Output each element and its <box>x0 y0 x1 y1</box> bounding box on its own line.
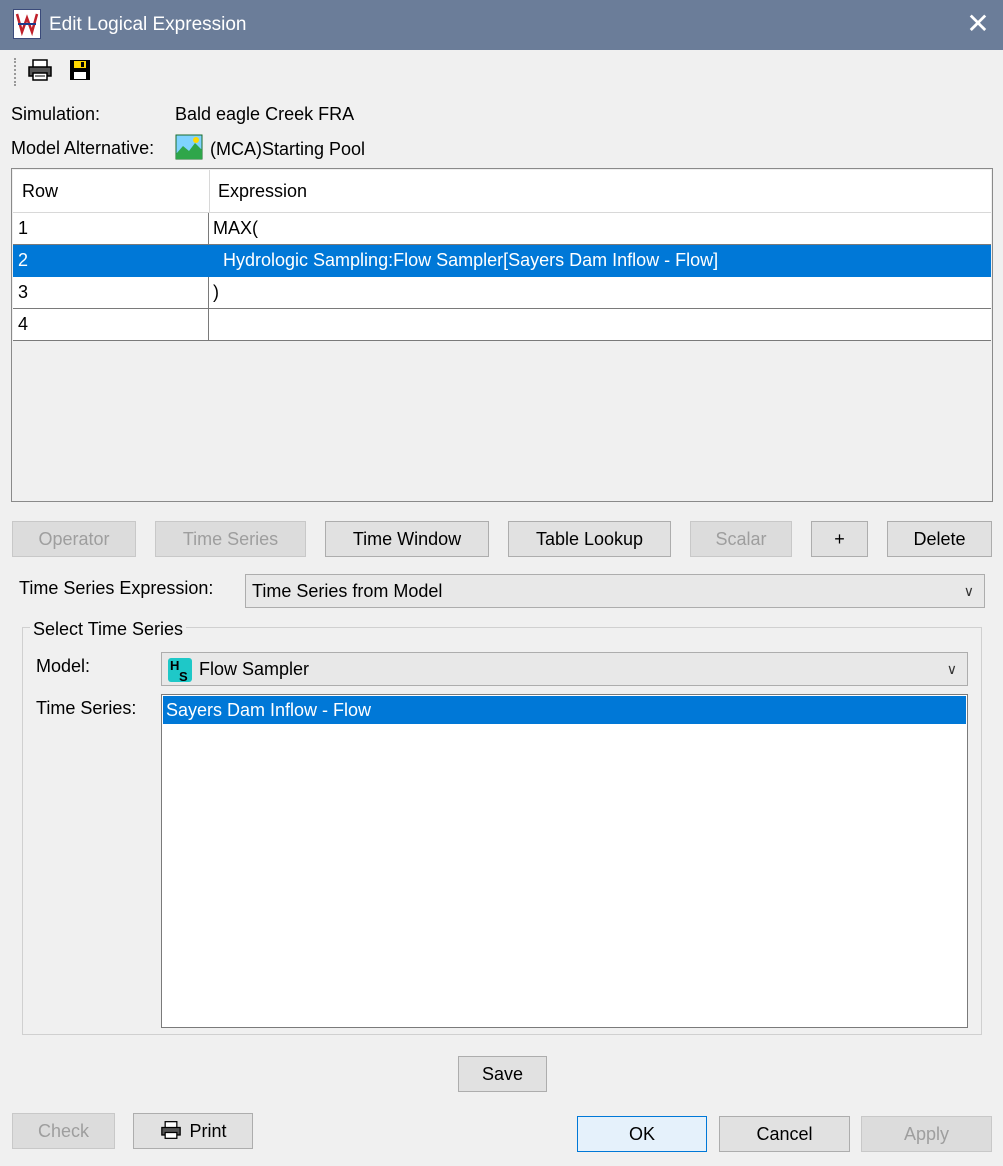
column-header-row[interactable]: Row <box>13 170 209 212</box>
table-row-selected[interactable]: 2 Hydrologic Sampling:Flow Sampler[Sayer… <box>13 245 991 277</box>
apply-button[interactable]: Apply <box>861 1116 992 1152</box>
chevron-down-icon: ∨ <box>963 583 974 599</box>
ok-button[interactable]: OK <box>577 1116 707 1152</box>
print-button-label: Print <box>189 1121 227 1141</box>
time-series-button[interactable]: Time Series <box>155 521 306 557</box>
row-number-cell: 1 <box>13 213 209 244</box>
simulation-value: Bald eagle Creek FRA <box>175 104 355 124</box>
window-title: Edit Logical Expression <box>49 14 247 35</box>
expression-cell <box>209 309 991 340</box>
landscape-icon <box>175 134 203 160</box>
printer-icon <box>28 59 52 81</box>
chevron-down-icon: ∨ <box>946 661 957 677</box>
row-number-cell: 2 <box>13 245 209 276</box>
time-window-button[interactable]: Time Window <box>325 521 489 557</box>
printer-icon <box>161 1121 182 1140</box>
model-value: Flow Sampler <box>199 659 310 679</box>
expression-cell: ) <box>213 282 219 302</box>
row-number-cell: 4 <box>13 309 209 340</box>
table-row[interactable]: 4 <box>13 309 991 341</box>
close-button[interactable]: ✕ <box>962 6 994 42</box>
print-toolbar-button[interactable] <box>26 56 54 84</box>
table-row[interactable]: 3 ) <box>13 277 991 309</box>
operator-button[interactable]: Operator <box>12 521 136 557</box>
plus-button[interactable]: + <box>811 521 868 557</box>
simulation-label: Simulation: <box>11 104 101 124</box>
svg-text:H: H <box>170 658 179 673</box>
expression-cell: MAX( <box>213 218 258 238</box>
check-button[interactable]: Check <box>12 1113 115 1149</box>
table-header: Row Expression <box>13 170 991 213</box>
cancel-button[interactable]: Cancel <box>719 1116 850 1152</box>
save-button[interactable]: Save <box>458 1056 547 1092</box>
ts-expression-select[interactable]: Time Series from Model ∨ <box>245 574 985 608</box>
floppy-disk-icon <box>70 60 90 80</box>
hs-model-icon: H S <box>166 656 194 684</box>
svg-text:S: S <box>179 669 188 684</box>
ts-expression-label: Time Series Expression: <box>19 578 214 598</box>
list-item-selected[interactable]: Sayers Dam Inflow - Flow <box>163 696 966 724</box>
table-lookup-button[interactable]: Table Lookup <box>508 521 671 557</box>
column-header-expression[interactable]: Expression <box>209 170 991 212</box>
group-title: Select Time Series <box>30 619 187 640</box>
toolbar-grip <box>14 58 20 86</box>
ts-expression-value: Time Series from Model <box>252 581 443 601</box>
model-alternative-label: Model Alternative: <box>11 138 155 158</box>
model-label: Model: <box>36 656 91 676</box>
model-select[interactable]: H S Flow Sampler ∨ <box>161 652 968 686</box>
table-row[interactable]: 1 MAX( <box>13 213 991 245</box>
app-icon <box>13 9 41 39</box>
print-button[interactable]: Print <box>133 1113 253 1149</box>
save-toolbar-button[interactable] <box>66 56 94 84</box>
delete-button[interactable]: Delete <box>887 521 992 557</box>
row-number-cell: 3 <box>13 277 209 308</box>
scalar-button[interactable]: Scalar <box>690 521 792 557</box>
expression-table: Row Expression 1 MAX( 2 Hydrologic Sampl… <box>11 168 993 502</box>
time-series-label: Time Series: <box>36 698 137 718</box>
model-alternative-value: (MCA)Starting Pool <box>210 139 366 159</box>
time-series-list[interactable]: Sayers Dam Inflow - Flow <box>161 694 968 1028</box>
expression-cell: Hydrologic Sampling:Flow Sampler[Sayers … <box>213 250 719 270</box>
